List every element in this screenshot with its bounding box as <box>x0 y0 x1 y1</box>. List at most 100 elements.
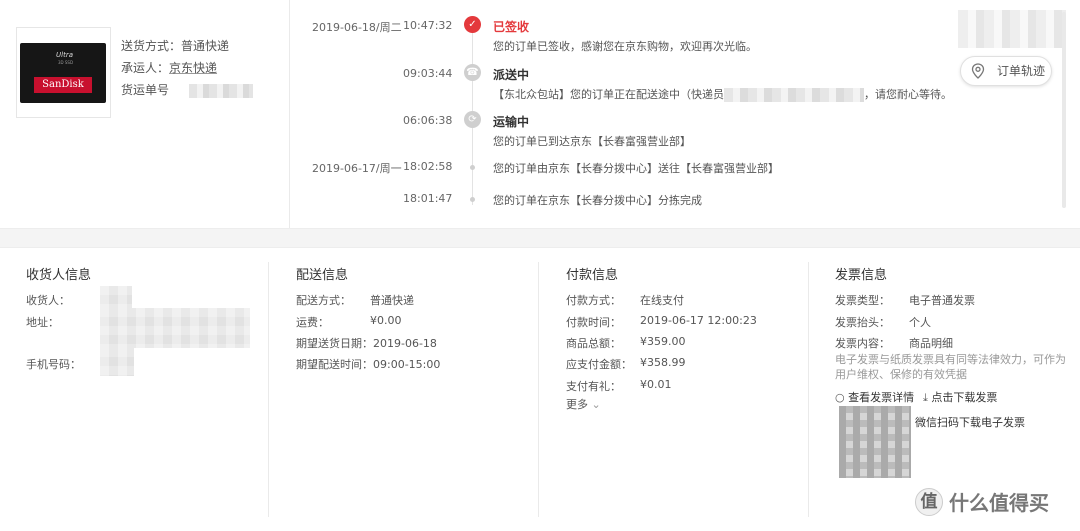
tracking-timeline: 2019-06-18/周二 10:47:32 ✓ 已签收 您的订单已签收，感谢您… <box>290 0 1070 228</box>
receiver-row: 收货人： <box>26 292 70 308</box>
payment-gift-value: ¥0.01 <box>640 378 672 391</box>
wechat-scan-label: 微信扫码下载电子发票 <box>915 416 1025 429</box>
address-row: 地址： <box>26 314 59 330</box>
check-icon: ✓ <box>464 16 481 33</box>
goods-total-value: ¥359.00 <box>640 335 686 348</box>
event-date: 2019-06-17/周一 <box>312 162 402 175</box>
chevron-down-icon: ⌄ <box>591 398 601 411</box>
delivery-method-value: 普通快递 <box>370 294 414 307</box>
amount-due-row: 应支付金额： ¥358.99 <box>566 356 686 372</box>
event-date: 2019-06-18/周二 <box>312 21 402 34</box>
event-title: 派送中 <box>493 68 530 82</box>
column-divider <box>268 262 269 517</box>
carrier-link[interactable]: 京东快递 <box>169 61 217 75</box>
order-track-button[interactable]: 订单轨迹 <box>960 56 1052 86</box>
timeline-scrollbar[interactable] <box>1062 12 1066 208</box>
shipping-fee-value: ¥0.00 <box>370 314 402 327</box>
event-title: 运输中 <box>493 115 530 129</box>
invoice-note: 电子发票与纸质发票具有同等法律效力，可作为用户维权、保修的有效凭据 <box>835 353 1066 381</box>
delivery-heading: 配送信息 <box>296 268 349 283</box>
payment-method-label: 付款方式： <box>566 294 621 307</box>
search-icon: ○ <box>835 391 845 404</box>
invoice-title-value: 个人 <box>909 316 931 329</box>
product-sub-text: 3D SSD <box>58 60 74 65</box>
event-time: 18:01:47 <box>403 192 453 205</box>
consignee-heading: 收货人信息 <box>26 268 92 283</box>
dot-icon <box>470 197 475 202</box>
delivery-method-row: 配送方式： 普通快递 <box>296 292 414 308</box>
payment-method-row: 付款方式： 在线支付 <box>566 292 684 308</box>
qr-code <box>839 406 911 478</box>
delivery-method-label: 配送方式： <box>296 294 351 307</box>
delivery-icon: ☎ <box>464 64 481 81</box>
payment-time-value: 2019-06-17 12:00:23 <box>640 314 757 327</box>
expected-time-row: 期望配送时间：09:00-15:00 <box>296 356 440 372</box>
event-time: 06:06:38 <box>403 114 453 127</box>
expected-date-row: 期望送货日期：2019-06-18 <box>296 335 437 351</box>
sandisk-logo: SanDisk <box>34 77 92 93</box>
column-divider <box>808 262 809 517</box>
carrier-row: 承运人：京东快递 <box>121 57 253 79</box>
event-desc-pre: 【东北众包站】您的订单正在配送途中（快递员 <box>493 88 724 101</box>
shipping-method-label: 送货方式： <box>121 39 182 53</box>
download-invoice-link[interactable]: ⤓ 点击下载发票 <box>923 389 997 405</box>
receiver-label: 收货人： <box>26 294 70 307</box>
event-time: 18:02:58 <box>403 160 453 173</box>
expected-date-value: 2019-06-18 <box>373 337 437 350</box>
section-separator <box>0 228 1080 248</box>
more-button[interactable]: 更多 ⌄ <box>566 396 601 412</box>
expected-date-label: 期望送货日期： <box>296 337 373 350</box>
payment-heading: 付款信息 <box>566 268 619 283</box>
payment-section: 付款信息 付款方式： 在线支付 付款时间： 2019-06-17 12:00:23 … <box>566 248 806 531</box>
redacted-area <box>958 10 1066 48</box>
transit-icon: ⟳ <box>464 111 481 128</box>
phone-redacted <box>100 348 134 376</box>
invoice-content-label: 发票内容： <box>835 337 890 350</box>
consignee-section: 收货人信息 收货人： 地址： 手机号码： <box>26 248 266 531</box>
carrier-label: 承运人： <box>121 61 170 75</box>
goods-total-row: 商品总额： ¥359.00 <box>566 335 686 351</box>
phone-label: 手机号码： <box>26 358 81 371</box>
event-desc: 您的订单在京东【长春分拨中心】分拣完成 <box>493 194 702 207</box>
invoice-heading: 发票信息 <box>835 268 888 283</box>
event-desc: 您的订单由京东【长春分拨中心】送往【长春富强营业部】 <box>493 162 779 175</box>
event-desc-post: ，请您耐心等待。 <box>864 88 952 101</box>
invoice-title-row: 发票抬头： 个人 <box>835 314 931 330</box>
amount-due-value: ¥358.99 <box>640 356 686 369</box>
tracking-card: Ultra 3D SSD SanDisk 送货方式：普通快递 承运人：京东快递 … <box>0 0 1080 228</box>
phone-row: 手机号码： <box>26 356 81 372</box>
watermark-mark: 值 <box>915 487 943 516</box>
amount-due-label: 应支付金额： <box>566 358 632 371</box>
invoice-title-label: 发票抬头： <box>835 316 890 329</box>
event-time: 10:47:32 <box>403 19 453 32</box>
payment-time-label: 付款时间： <box>566 316 621 329</box>
tracking-number-row: 货运单号 <box>121 79 254 101</box>
event-desc: 您的订单已签收，感谢您在京东购物，欢迎再次光临。 <box>493 40 757 53</box>
product-model-text: Ultra <box>56 51 73 59</box>
more-label: 更多 <box>566 398 588 411</box>
invoice-type-label: 发票类型： <box>835 294 890 307</box>
courier-info-redacted <box>724 88 864 102</box>
address-redacted <box>100 308 250 348</box>
invoice-content-row: 发票内容： 商品明细 <box>835 335 953 351</box>
column-divider <box>538 262 539 517</box>
order-track-label: 订单轨迹 <box>997 64 1046 78</box>
receiver-redacted <box>100 286 132 308</box>
product-thumbnail[interactable]: Ultra 3D SSD SanDisk <box>16 27 111 118</box>
tracking-number-redacted <box>189 83 254 98</box>
payment-time-row: 付款时间： 2019-06-17 12:00:23 <box>566 314 757 330</box>
goods-total-label: 商品总额： <box>566 337 621 350</box>
view-invoice-details-link[interactable]: ○ 查看发票详情 <box>835 389 914 405</box>
event-desc: 【东北众包站】您的订单正在配送途中（快递员 ，请您耐心等待。 <box>493 86 952 102</box>
shipping-fee-label: 运费： <box>296 316 329 329</box>
invoice-type-value: 电子普通发票 <box>909 294 975 307</box>
payment-gift-row: 支付有礼： ¥0.01 <box>566 378 672 394</box>
tracking-number-label: 货运单号 <box>121 83 170 97</box>
watermark-logo: 值什么值得买 <box>915 487 1049 519</box>
payment-gift-label: 支付有礼： <box>566 380 621 393</box>
address-label: 地址： <box>26 316 59 329</box>
invoice-content-value: 商品明细 <box>909 337 953 350</box>
download-invoice-label: 点击下载发票 <box>931 391 998 404</box>
shipping-method-value: 普通快递 <box>181 39 230 53</box>
event-time: 09:03:44 <box>403 67 453 80</box>
